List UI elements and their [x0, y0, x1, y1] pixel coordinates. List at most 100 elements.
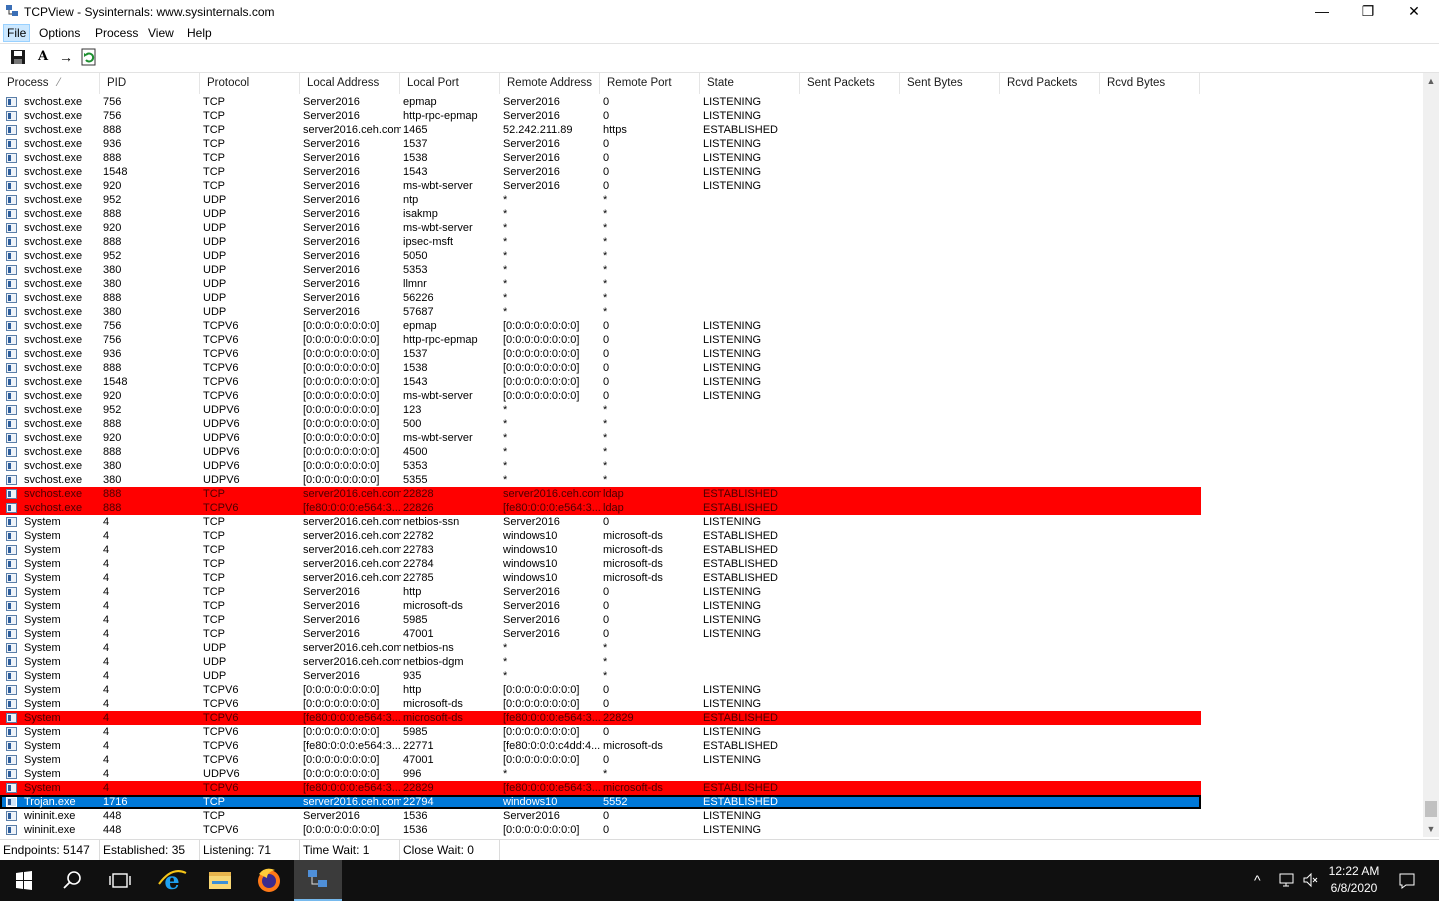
column-header-protocol[interactable]: Protocol — [200, 73, 300, 94]
table-row[interactable]: System 4 TCPV6 [0:0:0:0:0:0:0:0] 5985 [0:0:0:… — [0, 725, 1201, 739]
menu-process[interactable]: Process — [92, 24, 141, 42]
table-row[interactable]: System 4 TCP Server2016 http Server2016 0 LISTE… — [0, 585, 1201, 599]
connection-list[interactable]: Process ⁄ PID Protocol Local Address Loc… — [0, 73, 1423, 837]
menu-help[interactable]: Help — [184, 24, 215, 42]
column-header-local-port[interactable]: Local Port — [400, 73, 500, 94]
table-row[interactable]: svchost.exe 920 UDP Server2016 ms-wbt-server… — [0, 221, 1201, 235]
tcpview-taskbar-button[interactable] — [294, 860, 342, 901]
table-row[interactable]: svchost.exe 380 UDP Server2016 llmnr * * — [0, 277, 1201, 291]
column-header-sent-packets[interactable]: Sent Packets — [800, 73, 900, 94]
table-row[interactable]: svchost.exe 756 TCPV6 [0:0:0:0:0:0:0:0] http… — [0, 333, 1201, 347]
table-row[interactable]: System 4 TCP server2016.ceh.com 22782 windows… — [0, 529, 1201, 543]
restore-button[interactable]: ❐ — [1345, 0, 1391, 24]
table-row[interactable]: svchost.exe 380 UDPV6 [0:0:0:0:0:0:0:0] 5355… — [0, 473, 1201, 487]
table-row[interactable]: svchost.exe 920 TCPV6 [0:0:0:0:0:0:0:0] ms-w… — [0, 389, 1201, 403]
column-header-remote-address[interactable]: Remote Address — [500, 73, 600, 94]
table-row[interactable]: svchost.exe 888 TCP Server2016 1538 Server201… — [0, 151, 1201, 165]
table-row[interactable]: System 4 TCP Server2016 5985 Server2016 0 LISTE… — [0, 613, 1201, 627]
table-row-highlighted[interactable]: System 4 TCPV6 [fe80:0:0:0:e564:3... microso… — [0, 711, 1201, 725]
table-row[interactable]: System 4 TCP server2016.ceh.com 22784 windows… — [0, 557, 1201, 571]
table-row[interactable]: svchost.exe 920 UDPV6 [0:0:0:0:0:0:0:0] ms-w… — [0, 431, 1201, 445]
table-row[interactable]: System 4 TCP Server2016 47001 Server2016 0 LIST… — [0, 627, 1201, 641]
cell-remote-address: Server2016 — [503, 614, 560, 626]
cell-process: svchost.exe — [24, 432, 83, 444]
table-row[interactable]: svchost.exe 888 UDPV6 [0:0:0:0:0:0:0:0] 500 *… — [0, 417, 1201, 431]
table-row[interactable]: System 4 TCP server2016.ceh.com netbios-ssn S… — [0, 515, 1201, 529]
column-header-remote-port[interactable]: Remote Port — [600, 73, 700, 94]
table-row[interactable]: svchost.exe 952 UDP Server2016 ntp * * — [0, 193, 1201, 207]
cell-protocol: TCPV6 — [203, 334, 239, 346]
table-row-highlighted[interactable]: svchost.exe 888 TCP server2016.ceh.com 22828… — [0, 487, 1201, 501]
search-icon[interactable] — [48, 860, 96, 901]
table-row[interactable]: svchost.exe 888 UDP Server2016 ipsec-msft * * — [0, 235, 1201, 249]
column-header-pid[interactable]: PID — [100, 73, 200, 94]
tray-chevron-icon[interactable]: ^ — [1254, 872, 1261, 888]
column-header-rcvd-bytes[interactable]: Rcvd Bytes — [1100, 73, 1200, 94]
table-row[interactable]: svchost.exe 936 TCPV6 [0:0:0:0:0:0:0:0] 1537… — [0, 347, 1201, 361]
menu-view[interactable]: View — [145, 24, 177, 42]
table-row[interactable]: svchost.exe 920 TCP Server2016 ms-wbt-server… — [0, 179, 1201, 193]
cell-remote-address: windows10 — [503, 572, 558, 584]
firefox-icon[interactable] — [245, 860, 293, 901]
cell-process: svchost.exe — [24, 208, 83, 220]
table-row[interactable]: svchost.exe 888 UDP Server2016 isakmp * * — [0, 207, 1201, 221]
table-row[interactable]: wininit.exe 448 TCPV6 [0:0:0:0:0:0:0:0] 1536… — [0, 823, 1201, 837]
column-header-process[interactable]: Process ⁄ — [0, 73, 100, 94]
table-row[interactable]: svchost.exe 380 UDPV6 [0:0:0:0:0:0:0:0] 5353… — [0, 459, 1201, 473]
table-row[interactable]: System 4 UDP server2016.ceh.com netbios-dgm *… — [0, 655, 1201, 669]
table-row[interactable]: svchost.exe 952 UDP Server2016 5050 * * — [0, 249, 1201, 263]
table-row-highlighted[interactable]: svchost.exe 888 TCPV6 [fe80:0:0:0:e564:3...… — [0, 501, 1201, 515]
table-row[interactable]: svchost.exe 380 UDP Server2016 57687 * * — [0, 305, 1201, 319]
action-center-icon[interactable] — [1398, 872, 1416, 890]
table-row[interactable]: svchost.exe 756 TCP Server2016 epmap Server20… — [0, 95, 1201, 109]
cell-local-port: microsoft-ds — [403, 600, 463, 612]
column-header-sent-bytes[interactable]: Sent Bytes — [900, 73, 1000, 94]
table-row[interactable]: System 4 TCP server2016.ceh.com 22783 windows… — [0, 543, 1201, 557]
start-icon[interactable] — [0, 860, 48, 901]
table-row[interactable]: System 4 UDPV6 [0:0:0:0:0:0:0:0] 996 * * — [0, 767, 1201, 781]
table-row[interactable]: svchost.exe 952 UDPV6 [0:0:0:0:0:0:0:0] 123 *… — [0, 403, 1201, 417]
table-row[interactable]: System 4 TCPV6 [0:0:0:0:0:0:0:0] 47001 [0:0:0… — [0, 753, 1201, 767]
table-row[interactable]: svchost.exe 936 TCP Server2016 1537 Server201… — [0, 137, 1201, 151]
tray-clock[interactable]: 12:22 AM 6/8/2020 — [1316, 863, 1392, 897]
column-header-local-address[interactable]: Local Address — [300, 73, 400, 94]
table-row[interactable]: System 4 UDP server2016.ceh.com netbios-ns * * — [0, 641, 1201, 655]
file-explorer-icon[interactable] — [196, 860, 244, 901]
menu-file[interactable]: File — [3, 24, 31, 42]
internet-explorer-icon[interactable]: e — [148, 860, 196, 901]
table-row[interactable]: svchost.exe 1548 TCP Server2016 1543 Server20… — [0, 165, 1201, 179]
resolve-addresses-icon[interactable]: → — [57, 48, 75, 66]
table-row[interactable]: wininit.exe 448 TCP Server2016 1536 Server201… — [0, 809, 1201, 823]
font-icon[interactable]: A — [34, 48, 52, 66]
table-row[interactable]: System 4 UDP Server2016 935 * * — [0, 669, 1201, 683]
table-row[interactable]: svchost.exe 756 TCP Server2016 http-rpc-epma… — [0, 109, 1201, 123]
menu-options[interactable]: Options — [36, 24, 83, 42]
table-row[interactable]: System 4 TCPV6 [0:0:0:0:0:0:0:0] microsoft-d… — [0, 697, 1201, 711]
scroll-thumb[interactable] — [1425, 801, 1437, 817]
table-row[interactable]: svchost.exe 380 UDP Server2016 5353 * * — [0, 263, 1201, 277]
network-icon[interactable] — [1278, 872, 1296, 888]
minimize-button[interactable]: — — [1299, 0, 1345, 24]
table-row-selected[interactable]: Trojan.exe 1716 TCP server2016.ceh.com 22794… — [0, 795, 1201, 809]
scroll-down-arrow[interactable]: ▼ — [1423, 821, 1439, 837]
table-row[interactable]: System 4 TCP server2016.ceh.com 22785 windows… — [0, 571, 1201, 585]
scroll-up-arrow[interactable]: ▲ — [1423, 73, 1439, 89]
column-header-state[interactable]: State — [700, 73, 800, 94]
save-icon[interactable] — [9, 48, 27, 66]
table-row[interactable]: svchost.exe 888 UDP Server2016 56226 * * — [0, 291, 1201, 305]
column-header-rcvd-packets[interactable]: Rcvd Packets — [1000, 73, 1100, 94]
table-row[interactable]: svchost.exe 756 TCPV6 [0:0:0:0:0:0:0:0] epma… — [0, 319, 1201, 333]
table-row[interactable]: System 4 TCPV6 [0:0:0:0:0:0:0:0] http [0:0:0:… — [0, 683, 1201, 697]
table-row[interactable]: System 4 TCPV6 [fe80:0:0:0:e564:3... 22771 [f… — [0, 739, 1201, 753]
table-row[interactable]: svchost.exe 1548 TCPV6 [0:0:0:0:0:0:0:0] 154… — [0, 375, 1201, 389]
table-row-highlighted[interactable]: System 4 TCPV6 [fe80:0:0:0:e564:3... 22829 [f… — [0, 781, 1201, 795]
cell-local-address: [0:0:0:0:0:0:0:0] — [303, 348, 380, 360]
table-row[interactable]: System 4 TCP Server2016 microsoft-ds Server20… — [0, 599, 1201, 613]
table-row[interactable]: svchost.exe 888 TCPV6 [0:0:0:0:0:0:0:0] 1538… — [0, 361, 1201, 375]
task-view-icon[interactable] — [96, 860, 144, 901]
vertical-scrollbar[interactable]: ▲ ▼ — [1423, 73, 1439, 837]
close-button[interactable]: ✕ — [1391, 0, 1437, 24]
table-row[interactable]: svchost.exe 888 TCP server2016.ceh.com 1465 5… — [0, 123, 1201, 137]
table-row[interactable]: svchost.exe 888 UDPV6 [0:0:0:0:0:0:0:0] 4500… — [0, 445, 1201, 459]
refresh-icon[interactable] — [80, 48, 98, 66]
